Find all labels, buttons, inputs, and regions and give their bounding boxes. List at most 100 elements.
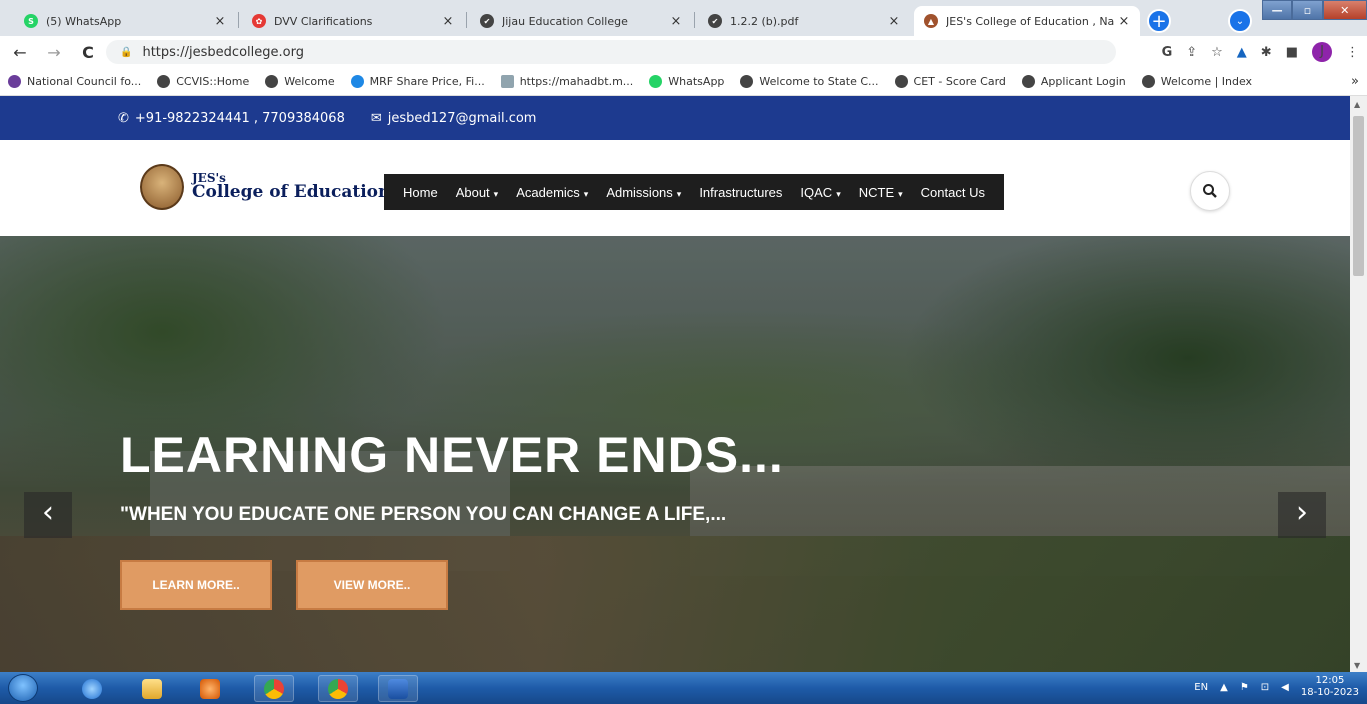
windows-taskbar: EN ▲ ⚑ ⊡ ◀ 12:05 18-10-2023 [0,672,1367,704]
puzzle-icon[interactable]: ✱ [1261,45,1272,60]
nav-about[interactable]: About ▾ [456,185,499,200]
nav-academics[interactable]: Academics ▾ [516,185,588,200]
bookmark-item[interactable]: https://mahadbt.m... [500,75,634,88]
clock[interactable]: 12:05 18-10-2023 [1301,675,1359,699]
bookmark-item[interactable]: MRF Share Price, Fi... [350,75,485,88]
close-icon[interactable]: × [440,14,456,29]
chevron-down-icon: ▾ [836,188,841,199]
chevron-down-icon: ▾ [676,188,682,199]
hero-subtitle: "WHEN YOU EDUCATE ONE PERSON YOU CAN CHA… [120,504,727,525]
view-more-button[interactable]: VIEW MORE.. [296,560,448,610]
bookmark-item[interactable]: Welcome to State C... [740,75,879,88]
nav-contact-us[interactable]: Contact Us [921,185,985,200]
nav-home[interactable]: Home [403,185,438,200]
ie-icon[interactable] [72,675,112,702]
phone-numbers[interactable]: +91-9822324441 , 7709384068 [135,111,345,126]
scrollbar-thumb[interactable] [1353,116,1364,276]
clock-time: 12:05 [1315,675,1345,686]
reload-icon[interactable]: C [76,43,100,62]
bookmark-item[interactable]: National Council fo... [8,75,141,88]
tab-title: Jijau Education College [502,14,628,28]
globe-icon [740,75,754,88]
bookmarks-bar: National Council fo... CCVIS::Home Welco… [0,68,1367,96]
nav-iqac[interactable]: IQAC ▾ [800,185,840,200]
chrome-profile-icon[interactable] [318,675,358,702]
bookmark-item[interactable]: Welcome [265,75,335,88]
bookmark-star-icon[interactable]: ☆ [1211,45,1223,60]
site-logo[interactable]: JES's College of Education [140,164,390,210]
tab-whatsapp[interactable]: S (5) WhatsApp × [14,6,236,36]
profile-avatar[interactable]: J [1312,42,1332,62]
back-icon[interactable]: ← [8,43,32,62]
close-icon[interactable]: × [668,14,684,29]
extension-icon[interactable]: ▲ [1237,45,1247,60]
word-icon[interactable] [378,675,418,702]
tab-title: DVV Clarifications [274,14,373,28]
search-button[interactable] [1190,171,1230,211]
page-scrollbar[interactable]: ▲ ▼ [1350,96,1367,672]
explorer-icon[interactable] [132,675,172,702]
tray-expand-icon[interactable]: ▲ [1220,682,1228,693]
bookmark-label: https://mahadbt.m... [519,75,634,88]
nav-ncte[interactable]: NCTE ▾ [859,185,903,200]
bookmark-item[interactable]: WhatsApp [649,75,724,88]
forward-icon[interactable]: → [42,43,66,62]
tab-title: (5) WhatsApp [46,14,122,28]
chrome-icon[interactable] [254,675,294,702]
action-center-flag-icon[interactable]: ⚑ [1240,682,1249,693]
tab-dvv-clarifications[interactable]: ✿ DVV Clarifications × [242,6,464,36]
whatsapp-icon: S [24,14,38,28]
menu-icon[interactable]: ⋮ [1346,45,1359,60]
minimize-button[interactable]: — [1262,0,1293,20]
close-icon[interactable]: × [886,14,902,29]
site-header: JES's College of Education Home About ▾ A… [0,140,1350,236]
tab-title: 1.2.2 (b).pdf [730,14,799,28]
address-bar[interactable]: 🔒 https://jesbedcollege.org [106,40,1116,64]
volume-icon[interactable]: ◀ [1281,682,1289,693]
tab-pdf[interactable]: ✔ 1.2.2 (b).pdf × [698,6,910,36]
url-text[interactable]: https://jesbedcollege.org [142,45,304,60]
whatsapp-icon [649,75,663,88]
language-indicator[interactable]: EN [1194,682,1208,693]
search-icon [1203,184,1217,198]
tab-jes-college[interactable]: ▲ JES's College of Education , Na × [914,6,1140,36]
slider-prev-button[interactable]: ‹ [24,492,72,538]
share-icon[interactable]: ⇪ [1186,45,1197,60]
globe-icon [1141,75,1155,88]
scroll-down-icon[interactable]: ▼ [1354,661,1360,670]
tab-jijau-education-college[interactable]: ✔ Jijau Education College × [470,6,692,36]
media-player-icon[interactable] [190,675,230,702]
learn-more-button[interactable]: LEARN MORE.. [120,560,272,610]
bookmark-label: MRF Share Price, Fi... [369,75,485,88]
bookmark-item[interactable]: CET - Score Card [894,75,1006,88]
close-icon[interactable]: × [1116,14,1132,29]
new-tab-button[interactable]: + [1147,9,1171,33]
phone-icon: ✆ [118,110,129,126]
close-icon[interactable]: × [212,14,228,29]
logo-text: JES's College of Education [192,172,390,202]
slider-next-button[interactable]: › [1278,492,1326,538]
nav-admissions[interactable]: Admissions ▾ [606,185,681,200]
web-page: ✆ +91-9822324441 , 7709384068 ✉ jesbed12… [0,96,1350,672]
college-favicon-icon: ▲ [924,14,938,28]
bookmark-item[interactable]: Applicant Login [1021,75,1126,88]
ncte-icon [8,75,21,88]
tab-search-button[interactable]: ⌄ [1228,9,1252,33]
browser-toolbar: ← → C 🔒 https://jesbedcollege.org G ⇪ ☆ … [0,36,1367,68]
college-seal-icon [140,164,184,210]
email-address[interactable]: jesbed127@gmail.com [388,111,537,126]
bookmark-item[interactable]: CCVIS::Home [157,75,249,88]
scroll-up-icon[interactable]: ▲ [1354,100,1360,109]
window-close-button[interactable]: ✕ [1322,0,1367,20]
nav-infrastructures[interactable]: Infrastructures [699,185,782,200]
network-icon[interactable]: ⊡ [1261,682,1269,693]
side-panel-icon[interactable]: ■ [1286,45,1298,60]
bookmark-item[interactable]: Welcome | Index [1141,75,1252,88]
globe-icon [157,75,171,88]
google-icon[interactable]: G [1162,45,1173,60]
start-button[interactable] [8,674,38,702]
bookmarks-more-icon[interactable]: » [1351,74,1359,89]
maximize-button[interactable]: ▫ [1292,0,1323,20]
toolbar-actions: G ⇪ ☆ ▲ ✱ ■ J ⋮ [1162,42,1359,62]
bookmark-label: Applicant Login [1040,75,1126,88]
